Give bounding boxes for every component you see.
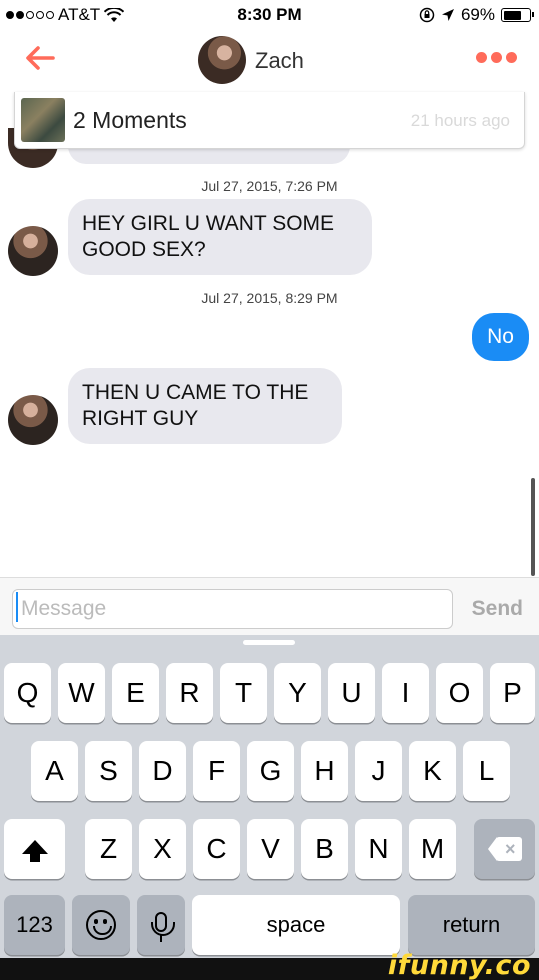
key-f[interactable]: F <box>193 741 240 801</box>
key-q[interactable]: Q <box>4 663 51 723</box>
back-arrow-icon[interactable] <box>22 40 58 76</box>
sender-avatar[interactable] <box>8 395 58 445</box>
key-c[interactable]: C <box>193 819 240 879</box>
moments-time: 21 hours ago <box>410 111 510 130</box>
shift-key[interactable] <box>4 819 65 879</box>
key-u[interactable]: U <box>328 663 375 723</box>
key-j[interactable]: J <box>355 741 402 801</box>
location-icon <box>441 9 454 21</box>
message-composer: Send <box>0 577 539 635</box>
incoming-message: HEY GIRL U WANT SOME GOOD SEX? <box>68 199 372 275</box>
sender-avatar[interactable] <box>8 226 58 276</box>
rotation-lock-icon <box>419 7 435 23</box>
chat-header: Zach <box>0 30 539 92</box>
key-s[interactable]: S <box>85 741 132 801</box>
key-g[interactable]: G <box>247 741 294 801</box>
key-e[interactable]: E <box>112 663 159 723</box>
key-i[interactable]: I <box>382 663 429 723</box>
backspace-icon: × <box>487 837 522 861</box>
key-o[interactable]: O <box>436 663 483 723</box>
text-cursor <box>16 592 18 622</box>
key-w[interactable]: W <box>58 663 105 723</box>
message-input[interactable] <box>12 589 453 629</box>
backspace-key[interactable]: × <box>474 819 535 879</box>
key-m[interactable]: M <box>409 819 456 879</box>
return-key[interactable]: return <box>408 895 535 955</box>
message-timestamp: Jul 27, 2015, 7:26 PM <box>201 178 338 194</box>
send-button[interactable]: Send <box>472 597 523 621</box>
key-v[interactable]: V <box>247 819 294 879</box>
keyboard-handle <box>243 640 295 645</box>
moments-bar[interactable]: 2 Moments 21 hours ago <box>14 92 525 149</box>
key-l[interactable]: L <box>463 741 510 801</box>
message-timestamp: Jul 27, 2015, 8:29 PM <box>201 290 338 306</box>
key-y[interactable]: Y <box>274 663 321 723</box>
incoming-message: THEN U CAME TO THE RIGHT GUY <box>68 368 342 444</box>
contact-name[interactable]: Zach <box>255 48 304 74</box>
dictation-key[interactable] <box>137 895 185 955</box>
moments-label: 2 Moments <box>73 107 187 133</box>
battery-icon <box>501 8 534 22</box>
key-p[interactable]: P <box>490 663 535 723</box>
numbers-key[interactable]: 123 <box>4 895 65 955</box>
scroll-indicator[interactable] <box>531 478 535 576</box>
key-r[interactable]: R <box>166 663 213 723</box>
moments-thumbnail[interactable] <box>21 98 65 142</box>
microphone-icon <box>151 912 175 942</box>
more-dots-icon[interactable] <box>476 52 517 63</box>
key-b[interactable]: B <box>301 819 348 879</box>
key-a[interactable]: A <box>31 741 78 801</box>
footer-bar: ifunny.co <box>0 950 539 980</box>
emoji-icon <box>86 910 116 940</box>
key-t[interactable]: T <box>220 663 267 723</box>
key-k[interactable]: K <box>409 741 456 801</box>
key-x[interactable]: X <box>139 819 186 879</box>
key-h[interactable]: H <box>301 741 348 801</box>
key-n[interactable]: N <box>355 819 402 879</box>
contact-avatar[interactable] <box>198 36 246 84</box>
key-d[interactable]: D <box>139 741 186 801</box>
status-right: 69% <box>419 5 534 25</box>
outgoing-message: No <box>472 313 529 361</box>
emoji-key[interactable] <box>72 895 130 955</box>
shift-icon <box>21 840 48 862</box>
keyboard: Q W E R T Y U I O P A S D F G H J K L Z … <box>0 635 539 958</box>
space-key[interactable]: space <box>192 895 400 955</box>
battery-percent: 69% <box>460 5 495 24</box>
watermark: ifunny.co <box>387 950 531 980</box>
status-bar: AT&T 8:30 PM 69% <box>0 0 539 30</box>
key-z[interactable]: Z <box>85 819 132 879</box>
